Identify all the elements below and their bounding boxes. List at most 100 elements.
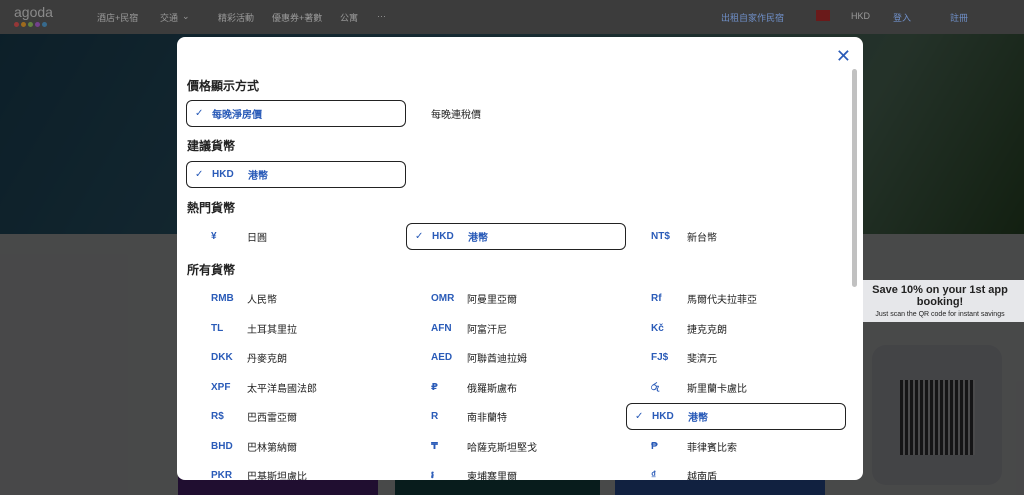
currency-code: HKD: [212, 169, 234, 180]
currency-option[interactable]: NT$ 新台幣: [626, 223, 846, 250]
currency-name: 阿富汗尼: [467, 324, 507, 336]
check-icon: ✓: [635, 411, 644, 422]
currency-code: රු: [651, 381, 660, 393]
currency-option[interactable]: AFN 阿富汗尼: [406, 315, 626, 342]
currency-option[interactable]: RMB 人民幣: [186, 285, 406, 312]
currency-option[interactable]: XPF 太平洋島國法郎: [186, 374, 406, 401]
currency-name: 斯里蘭卡盧比: [687, 383, 747, 395]
popular-title: 熱門貨幣: [187, 201, 236, 215]
nav-apartments[interactable]: 公寓: [340, 11, 358, 24]
currency-option[interactable]: ✓ HKD 港幣: [626, 403, 846, 430]
currency-name: 丹麥克朗: [247, 354, 287, 365]
currency-name: 巴基斯坦盧比: [247, 472, 307, 480]
currency-code: Kč: [651, 322, 664, 334]
price-option[interactable]: ✓ 每晚淨房價: [186, 100, 406, 127]
currency-code: AED: [431, 352, 453, 363]
currency-name: 俄羅斯盧布: [467, 383, 517, 395]
currency-option[interactable]: AED 阿聯酋迪拉姆: [406, 344, 626, 371]
currency-code: NT$: [651, 231, 670, 242]
currency-option[interactable]: ₽ 俄羅斯盧布: [406, 374, 626, 401]
currency-name: 巴林第納爾: [247, 442, 297, 454]
nav-hotels[interactable]: 酒店+民宿: [97, 11, 138, 24]
currency-name: 南非蘭特: [467, 413, 507, 424]
register-button[interactable]: 註冊: [950, 11, 968, 24]
currency-code: Rf: [651, 293, 662, 304]
currency-name: 柬埔寨里爾: [467, 472, 517, 480]
login-button[interactable]: 登入: [893, 11, 911, 24]
check-icon: ✓: [415, 231, 424, 242]
currency-option[interactable]: ✓ HKD 港幣: [186, 161, 406, 188]
price-option-label: 每晚淨房價: [212, 110, 262, 121]
currency-code: ₱: [651, 440, 658, 452]
currency-name: 新台幣: [687, 233, 717, 244]
nav-more[interactable]: ···: [377, 11, 386, 21]
logo-dots: [14, 22, 47, 27]
currency-code: R: [431, 411, 439, 422]
currency-option[interactable]: ✓ HKD 港幣: [406, 223, 626, 250]
price-option-label: 每晚連稅價: [431, 110, 481, 121]
currency-option[interactable]: R 南非蘭特: [406, 403, 626, 430]
currency-code: DKK: [211, 352, 233, 363]
promo-title: Save 10% on your 1st app booking!: [872, 284, 1008, 308]
currency-option[interactable]: R$ 巴西雷亞爾: [186, 403, 406, 430]
currency-name: 越南盾: [687, 472, 717, 480]
currency-option[interactable]: ¥ 日圓: [186, 223, 406, 250]
currency-name: 人民幣: [247, 295, 277, 306]
currency-option[interactable]: OMR 阿曼里亞爾: [406, 285, 626, 312]
currency-option[interactable]: ₫ 越南盾: [626, 462, 846, 480]
host-link[interactable]: 出租自家作民宿: [721, 11, 784, 24]
currency-modal: ✕ 價格顯示方式 建議貨幣 熱門貨幣 所有貨幣 ✓ 每晚淨房價 每晚連稅價 ✓ HKD 港…: [177, 37, 863, 480]
currency-option[interactable]: ៛ 柬埔寨里爾: [406, 462, 626, 480]
currency-option[interactable]: රු 斯里蘭卡盧比: [626, 374, 846, 401]
currency-option[interactable]: PKR 巴基斯坦盧比: [186, 462, 406, 480]
all-currencies-title: 所有貨幣: [187, 263, 236, 277]
currency-name: 日圓: [247, 233, 267, 244]
flag-icon[interactable]: [816, 10, 830, 21]
currency-code: HKD: [652, 411, 674, 422]
scrollbar[interactable]: [852, 69, 857, 287]
currency-option[interactable]: TL 土耳其里拉: [186, 315, 406, 342]
nav-activities[interactable]: 精彩活動: [218, 11, 254, 24]
currency-name: 太平洋島國法郎: [247, 383, 317, 395]
currency-code: R$: [211, 411, 224, 422]
check-icon: ✓: [195, 108, 204, 119]
price-display-title: 價格顯示方式: [187, 79, 260, 93]
currency-option[interactable]: ₱ 菲律賓比索: [626, 433, 846, 460]
agoda-logo[interactable]: agoda: [14, 4, 53, 20]
currency-code: HKD: [432, 231, 454, 242]
currency-name: 阿聯酋迪拉姆: [467, 354, 527, 365]
currency-name: 哈薩克斯坦堅戈: [467, 442, 537, 454]
currency-code: FJ$: [651, 352, 669, 363]
price-option[interactable]: 每晚連稅價: [406, 100, 626, 127]
currency-button[interactable]: HKD: [851, 11, 870, 21]
check-icon: ✓: [195, 169, 204, 180]
currency-name: 捷克克朗: [687, 324, 727, 336]
currency-option[interactable]: Rf 馬爾代夫拉菲亞: [626, 285, 846, 312]
nav-deals[interactable]: 優惠券+著數: [272, 11, 322, 24]
currency-name: 菲律賓比索: [687, 442, 737, 454]
close-icon[interactable]: ✕: [836, 46, 851, 67]
currency-name: 斐濟元: [687, 354, 717, 365]
chevron-down-icon: ⌄: [182, 11, 190, 21]
currency-option[interactable]: Kč 捷克克朗: [626, 315, 846, 342]
currency-code: BHD: [211, 440, 233, 452]
currency-name: 港幣: [468, 233, 488, 244]
currency-option[interactable]: ₸ 哈薩克斯坦堅戈: [406, 433, 626, 460]
currency-name: 阿曼里亞爾: [467, 295, 517, 306]
currency-option[interactable]: FJ$ 斐濟元: [626, 344, 846, 371]
currency-code: ₸: [431, 440, 438, 452]
currency-code: ₫: [651, 470, 657, 480]
top-header: agoda 酒店+民宿 交通 ⌄ 精彩活動 優惠券+著數 公寓 ··· 出租自家…: [0, 0, 1024, 34]
suggested-title: 建議貨幣: [187, 139, 236, 153]
currency-code: PKR: [211, 470, 233, 480]
currency-code: ¥: [211, 231, 217, 242]
currency-name: 土耳其里拉: [247, 324, 297, 336]
currency-option[interactable]: DKK 丹麥克朗: [186, 344, 406, 371]
currency-name: 巴西雷亞爾: [247, 413, 297, 424]
currency-name: 港幣: [688, 413, 708, 424]
promo-subtitle: Just scan the QR code for instant saving…: [875, 311, 1005, 318]
nav-transport[interactable]: 交通: [160, 11, 178, 24]
currency-option[interactable]: BHD 巴林第納爾: [186, 433, 406, 460]
currency-code: RMB: [211, 293, 234, 304]
currency-name: 港幣: [248, 171, 268, 182]
